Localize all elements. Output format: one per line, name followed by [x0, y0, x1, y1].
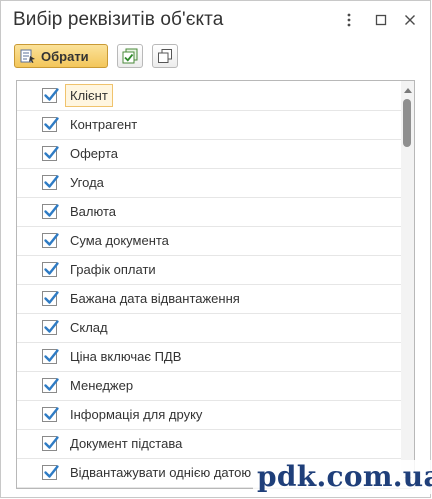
choose-button-label: Обрати: [41, 48, 89, 64]
item-checkbox[interactable]: [42, 407, 59, 422]
item-checkbox[interactable]: [42, 291, 59, 306]
vertical-scrollbar[interactable]: [401, 81, 414, 488]
item-label: Контрагент: [70, 117, 138, 132]
close-icon[interactable]: [402, 11, 418, 29]
list-item[interactable]: Менеджер: [17, 372, 401, 401]
list-item[interactable]: Ціна включає ПДВ: [17, 343, 401, 372]
select-list-icon: [20, 49, 35, 63]
check-all-button[interactable]: [117, 44, 143, 68]
item-label: Оферта: [70, 146, 119, 161]
item-label: Склад: [70, 320, 108, 335]
maximize-icon[interactable]: [373, 11, 389, 29]
list-item[interactable]: Валюта: [17, 198, 401, 227]
item-label: Клієнт: [65, 84, 113, 107]
dialog-window: Вибір реквізитів об'єкта Обрати Клієнт К…: [0, 0, 431, 498]
choose-button[interactable]: Обрати: [14, 44, 108, 68]
list-item[interactable]: Контрагент: [17, 111, 401, 140]
item-label: Бажана дата відвантаження: [70, 291, 240, 306]
list-item[interactable]: Склад: [17, 314, 401, 343]
more-options-icon[interactable]: [341, 11, 357, 29]
list-item[interactable]: Інформація для друку: [17, 401, 401, 430]
item-checkbox[interactable]: [42, 175, 59, 190]
item-checkbox[interactable]: [42, 146, 59, 161]
item-label: Менеджер: [70, 378, 134, 393]
site-watermark: pdk.com.ua: [253, 460, 432, 494]
list-item[interactable]: Оферта: [17, 140, 401, 169]
copy-button[interactable]: [152, 44, 178, 68]
item-checkbox[interactable]: [42, 117, 59, 132]
list-item[interactable]: Угода: [17, 169, 401, 198]
dialog-title: Вибір реквізитів об'єкта: [13, 9, 224, 30]
list-item[interactable]: Документ підстава: [17, 430, 401, 459]
item-checkbox[interactable]: [42, 262, 59, 277]
list-item[interactable]: Графік оплати: [17, 256, 401, 285]
item-checkbox[interactable]: [42, 436, 59, 451]
list-item[interactable]: Сума документа: [17, 227, 401, 256]
item-label: Сума документа: [70, 233, 169, 248]
item-label: Інформація для друку: [70, 407, 203, 422]
list-item[interactable]: Клієнт: [17, 82, 401, 111]
item-checkbox[interactable]: [42, 233, 59, 248]
item-label: Відвантажувати однією датою: [70, 465, 252, 480]
item-label: Ціна включає ПДВ: [70, 349, 182, 364]
item-checkbox[interactable]: [42, 349, 59, 364]
scroll-up-icon[interactable]: [403, 85, 412, 95]
item-label: Графік оплати: [70, 262, 156, 277]
item-label: Угода: [70, 175, 104, 190]
item-checkbox[interactable]: [42, 88, 59, 103]
item-checkbox[interactable]: [42, 204, 59, 219]
list-item[interactable]: Бажана дата відвантаження: [17, 285, 401, 314]
scrollbar-thumb[interactable]: [403, 99, 411, 147]
check-all-icon: [122, 48, 138, 64]
item-checkbox[interactable]: [42, 378, 59, 393]
item-checkbox[interactable]: [42, 465, 59, 480]
attribute-list: Клієнт Контрагент Оферта Угода Валюта Сума до…: [16, 80, 415, 489]
copy-icon: [158, 49, 172, 63]
item-label: Документ підстава: [70, 436, 183, 451]
item-checkbox[interactable]: [42, 320, 59, 335]
item-label: Валюта: [70, 204, 116, 219]
